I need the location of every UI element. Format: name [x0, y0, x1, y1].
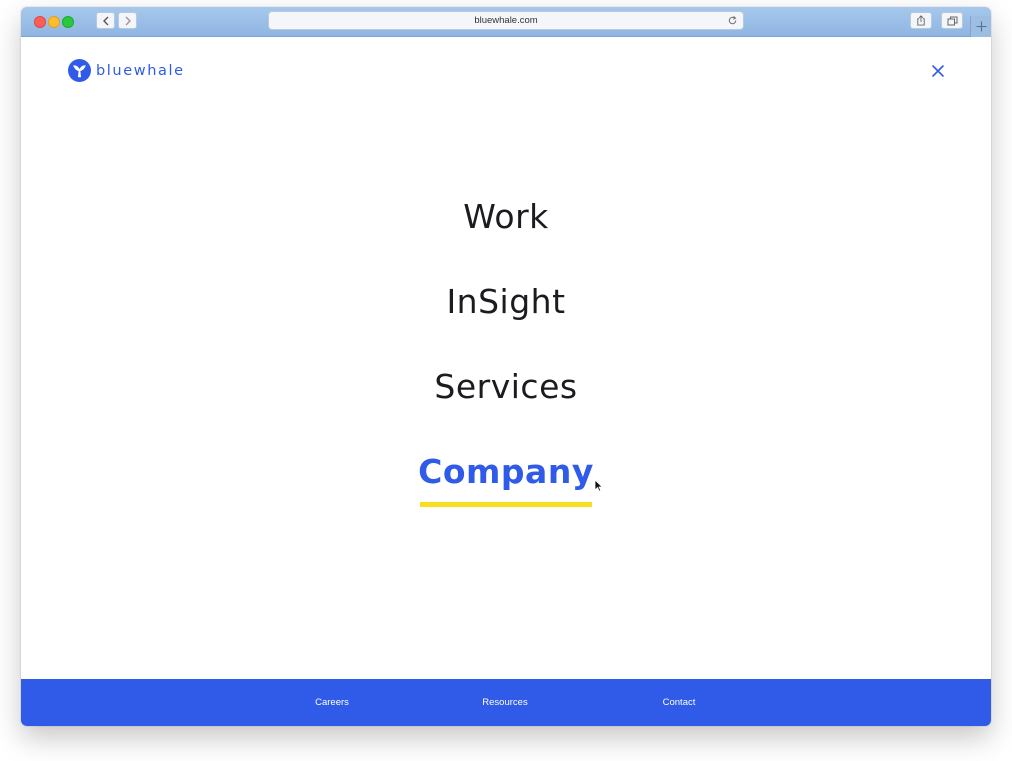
- page-content: bluewhale Work InSight Services Company: [21, 37, 991, 679]
- active-underline: [420, 502, 592, 507]
- main-menu: Work InSight Services Company: [21, 187, 991, 527]
- mouse-cursor-icon: [594, 479, 603, 492]
- menu-item-insight[interactable]: InSight: [446, 272, 565, 357]
- menu-item-work[interactable]: Work: [463, 187, 549, 272]
- chevron-right-icon: [125, 16, 131, 25]
- reload-icon[interactable]: [727, 15, 738, 26]
- menu-item-services[interactable]: Services: [434, 357, 577, 442]
- plus-icon: [976, 21, 987, 32]
- footer-link-resources[interactable]: Resources: [482, 679, 527, 726]
- new-tab-button[interactable]: [970, 16, 991, 37]
- minimize-window-button[interactable]: [48, 16, 60, 28]
- chevron-left-icon: [102, 16, 108, 25]
- tabs-icon: [947, 16, 957, 25]
- menu-item-label: Services: [434, 367, 578, 406]
- tabs-overview-button[interactable]: [941, 12, 963, 29]
- browser-window: bluewhale.com bluewhale Work InSight Ser…: [21, 7, 991, 726]
- footer-link-careers[interactable]: Careers: [315, 679, 349, 726]
- whale-tail-icon: [68, 59, 91, 82]
- footer-bar: Careers Resources Contact: [21, 679, 991, 726]
- menu-item-label: Work: [463, 197, 549, 236]
- address-bar[interactable]: bluewhale.com: [268, 11, 744, 30]
- menu-item-label: InSight: [446, 282, 566, 321]
- address-bar-url: bluewhale.com: [474, 15, 538, 26]
- close-window-button[interactable]: [34, 16, 46, 28]
- share-icon: [917, 15, 925, 26]
- site-logo[interactable]: bluewhale: [68, 59, 185, 82]
- share-button[interactable]: [910, 12, 932, 29]
- menu-item-company[interactable]: Company: [418, 442, 594, 527]
- menu-item-label: Company: [418, 452, 594, 491]
- zoom-window-button[interactable]: [62, 16, 74, 28]
- forward-button[interactable]: [118, 12, 137, 29]
- footer-link-contact[interactable]: Contact: [663, 679, 696, 726]
- back-button[interactable]: [96, 12, 115, 29]
- browser-titlebar: bluewhale.com: [21, 7, 991, 37]
- close-icon[interactable]: [931, 64, 945, 78]
- logo-text: bluewhale: [96, 62, 185, 79]
